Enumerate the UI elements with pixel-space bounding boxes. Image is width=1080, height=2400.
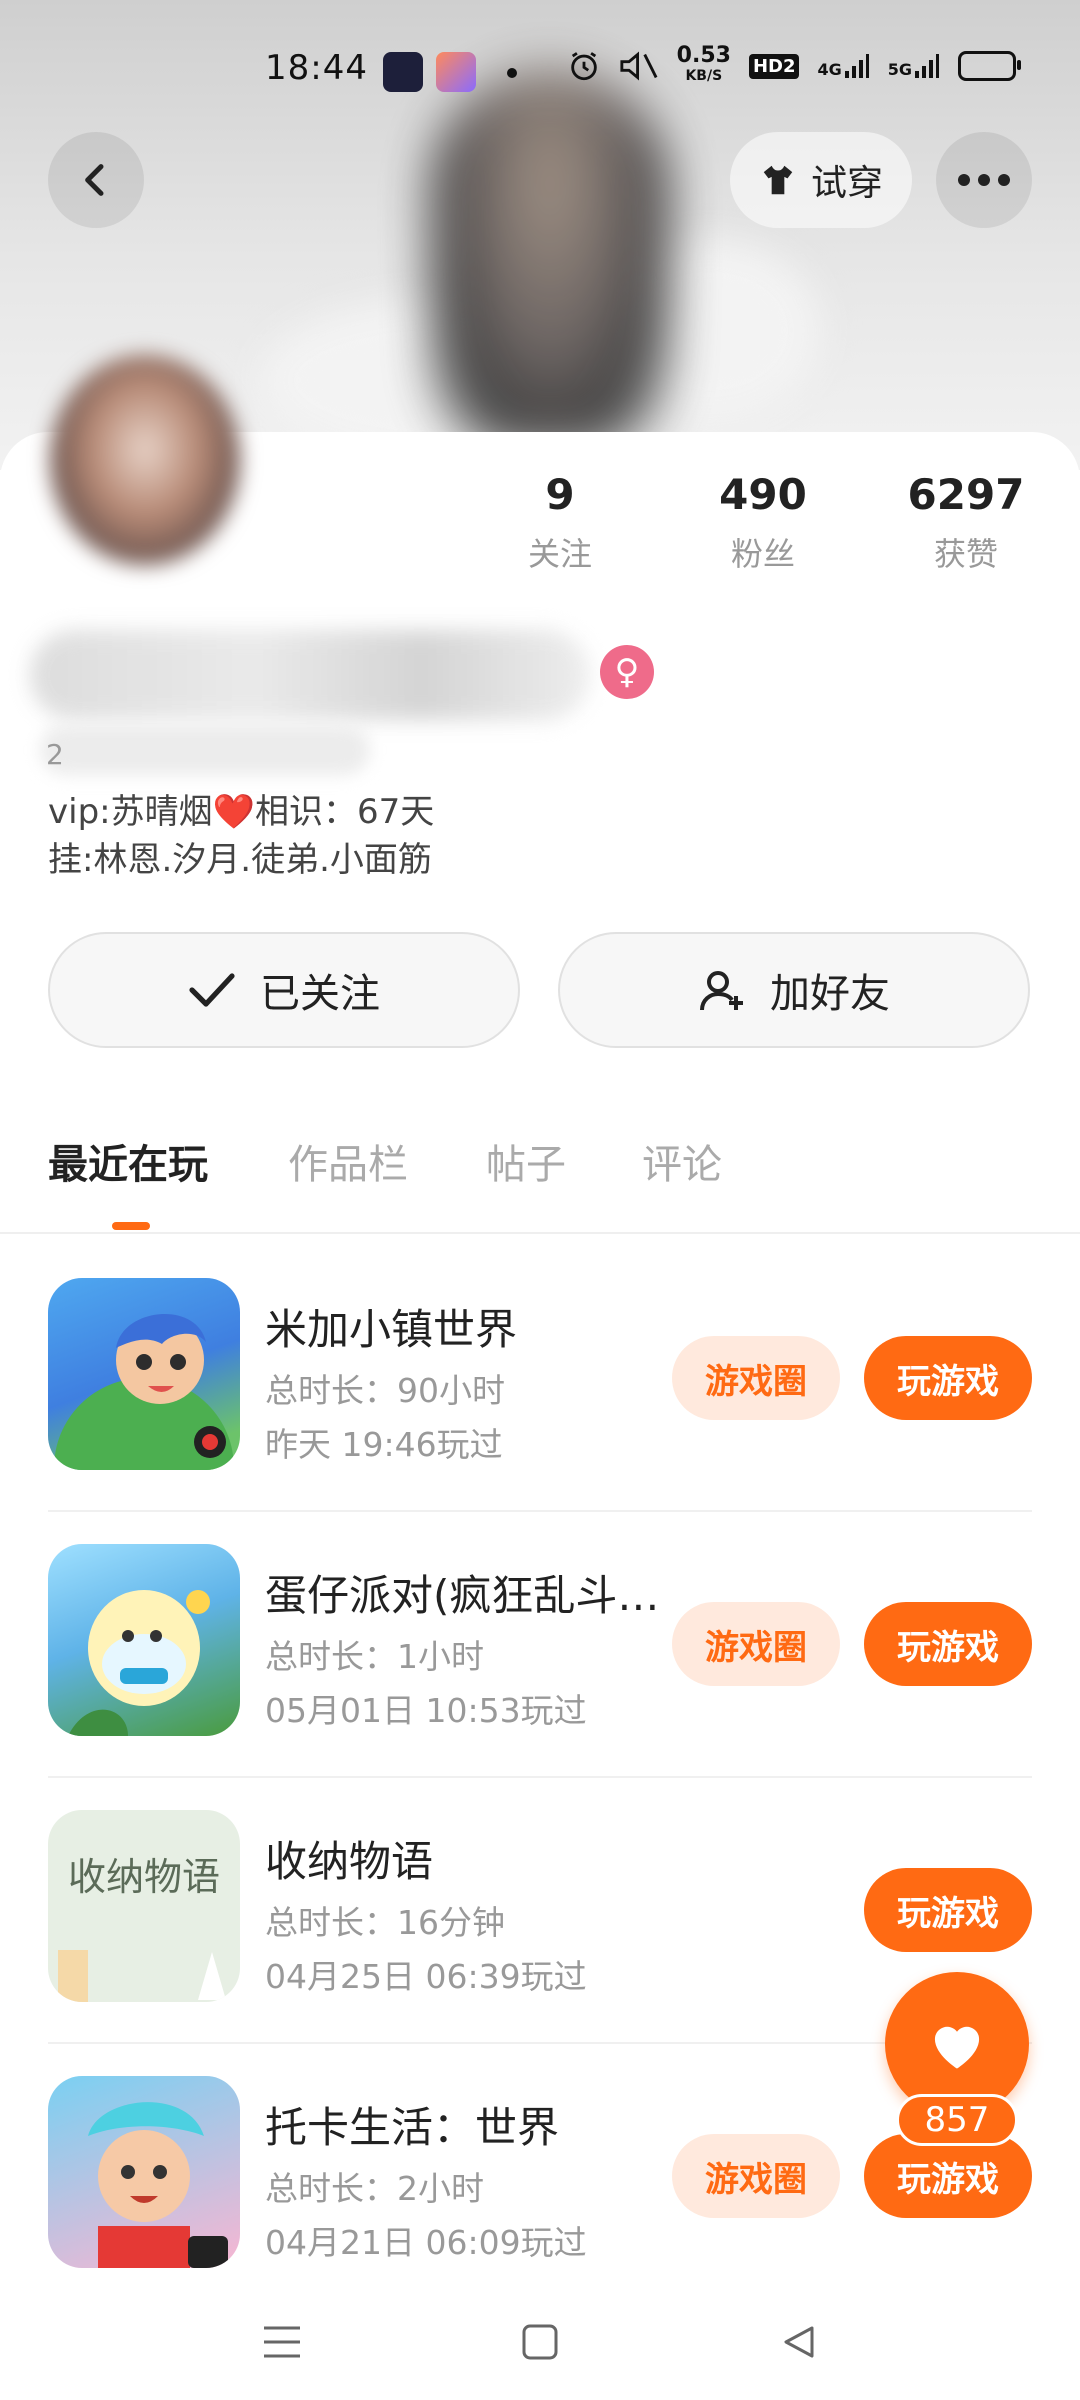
outfit-icon — [763, 165, 793, 195]
tab-works[interactable]: 作品栏 — [288, 1132, 408, 1190]
add-friend-button[interactable]: 加好友 — [558, 932, 1030, 1048]
game-circle-button[interactable]: 游戏圈 — [672, 1336, 840, 1420]
game-last-played: 04月25日 06:39玩过 — [265, 1957, 587, 1996]
play-game-button[interactable]: 玩游戏 — [864, 1602, 1032, 1686]
battery-icon — [958, 51, 1021, 81]
play-game-button[interactable]: 玩游戏 — [864, 2134, 1032, 2218]
nav-menu-button[interactable] — [252, 2312, 312, 2372]
system-nav-bar — [0, 2290, 1080, 2400]
signal-4g-icon: 4G — [817, 53, 869, 79]
divider — [0, 1232, 1080, 1234]
game-icon-toca-life[interactable] — [48, 2076, 240, 2268]
try-on-label: 试穿 — [810, 163, 883, 204]
bio-line: 挂:林恩.汐月.徒弟.小面筋 — [48, 840, 432, 880]
game-icon-title: 收纳物语 — [68, 1855, 220, 1899]
tab-posts[interactable]: 帖子 — [486, 1132, 566, 1190]
avatar[interactable] — [50, 355, 240, 565]
play-game-button[interactable]: 玩游戏 — [864, 1336, 1032, 1420]
play-game-button[interactable]: 玩游戏 — [864, 1868, 1032, 1952]
signal-5g-icon: 5G — [888, 53, 940, 79]
profile-stats: 9 关注 490 粉丝 6297 获赞 — [480, 470, 1060, 590]
heart-icon — [934, 2026, 980, 2069]
game-last-played: 05月01日 10:53玩过 — [265, 1691, 587, 1730]
app-notification-icon — [383, 52, 423, 92]
followed-button[interactable]: 已关注 — [48, 932, 520, 1048]
game-duration: 总时长：16分钟 — [265, 1903, 505, 1942]
status-time: 18:44 — [265, 48, 368, 88]
network-speed: 0.53 KB/S — [676, 43, 731, 85]
cover-figure-image — [430, 70, 670, 450]
user-id-blurred — [40, 725, 370, 775]
add-friend-label: 加好友 — [770, 971, 890, 1017]
stat-followers[interactable]: 490 粉丝 — [683, 470, 843, 575]
home-square-icon — [522, 2324, 558, 2360]
game-icon-miga[interactable] — [48, 1278, 240, 1470]
back-triangle-icon — [784, 2326, 814, 2358]
female-gender-icon: ♀ — [600, 645, 654, 699]
alarm-icon — [570, 52, 597, 81]
game-duration: 总时长：90小时 — [265, 1371, 505, 1410]
game-circle-button[interactable]: 游戏圈 — [672, 2134, 840, 2218]
username-blurred — [30, 630, 590, 720]
game-title: 收纳物语 — [265, 1837, 434, 1886]
stat-likes[interactable]: 6297 获赞 — [886, 470, 1046, 575]
hd-badge: HD2 — [748, 53, 800, 79]
tab-recently-played[interactable]: 最近在玩 — [48, 1132, 208, 1190]
user-bio: vip:苏晴烟❤️相识：67天 挂:林恩.汐月.徒弟.小面筋 — [48, 788, 434, 884]
game-list-item[interactable]: 米加小镇世界 总时长：90小时 昨天 19:46玩过 游戏圈 玩游戏 — [0, 1246, 1080, 1512]
app-notification-icon — [436, 52, 476, 92]
menu-icon — [264, 2326, 300, 2358]
followed-label: 已关注 — [260, 971, 380, 1017]
game-circle-button[interactable]: 游戏圈 — [672, 1602, 840, 1686]
back-arrow-icon — [85, 164, 104, 196]
game-icon-unpacking-story[interactable]: 收纳物语 — [48, 1810, 240, 2002]
add-user-icon — [700, 971, 743, 1011]
game-last-played: 04月21日 06:09玩过 — [265, 2223, 587, 2262]
check-icon — [189, 973, 235, 1007]
nav-home-button[interactable] — [510, 2312, 570, 2372]
game-title: 托卡生活：世界 — [265, 2103, 560, 2152]
more-button[interactable] — [936, 132, 1032, 228]
game-title: 米加小镇世界 — [265, 1305, 518, 1354]
more-notifications-dot — [507, 68, 517, 78]
game-last-played: 昨天 19:46玩过 — [265, 1425, 503, 1464]
try-on-button[interactable]: 试穿 — [730, 132, 912, 228]
status-bar: 18:44 0.53 KB/S HD2 4G 5G — [0, 40, 1080, 100]
mute-icon — [620, 51, 658, 81]
nav-back-button[interactable] — [768, 2312, 828, 2372]
game-duration: 总时长：1小时 — [265, 1637, 484, 1676]
tab-comments[interactable]: 评论 — [642, 1132, 722, 1190]
user-id-prefix: 2 — [46, 738, 64, 771]
game-title: 蛋仔派对(疯狂乱斗… — [265, 1571, 660, 1620]
back-button[interactable] — [48, 132, 144, 228]
stat-following[interactable]: 9 关注 — [480, 470, 640, 575]
game-list-item[interactable]: 蛋仔派对(疯狂乱斗… 总时长：1小时 05月01日 10:53玩过 游戏圈 玩游… — [0, 1512, 1080, 1778]
active-tab-indicator — [112, 1222, 150, 1230]
like-count-badge: 857 — [896, 2094, 1018, 2146]
profile-tabs: 最近在玩 作品栏 帖子 评论 — [0, 1132, 1080, 1232]
game-duration: 总时长：2小时 — [265, 2169, 484, 2208]
game-icon-eggy-party[interactable] — [48, 1544, 240, 1736]
bio-line: vip:苏晴烟❤️相识：67天 — [48, 792, 435, 832]
more-horizontal-icon — [958, 174, 1010, 186]
